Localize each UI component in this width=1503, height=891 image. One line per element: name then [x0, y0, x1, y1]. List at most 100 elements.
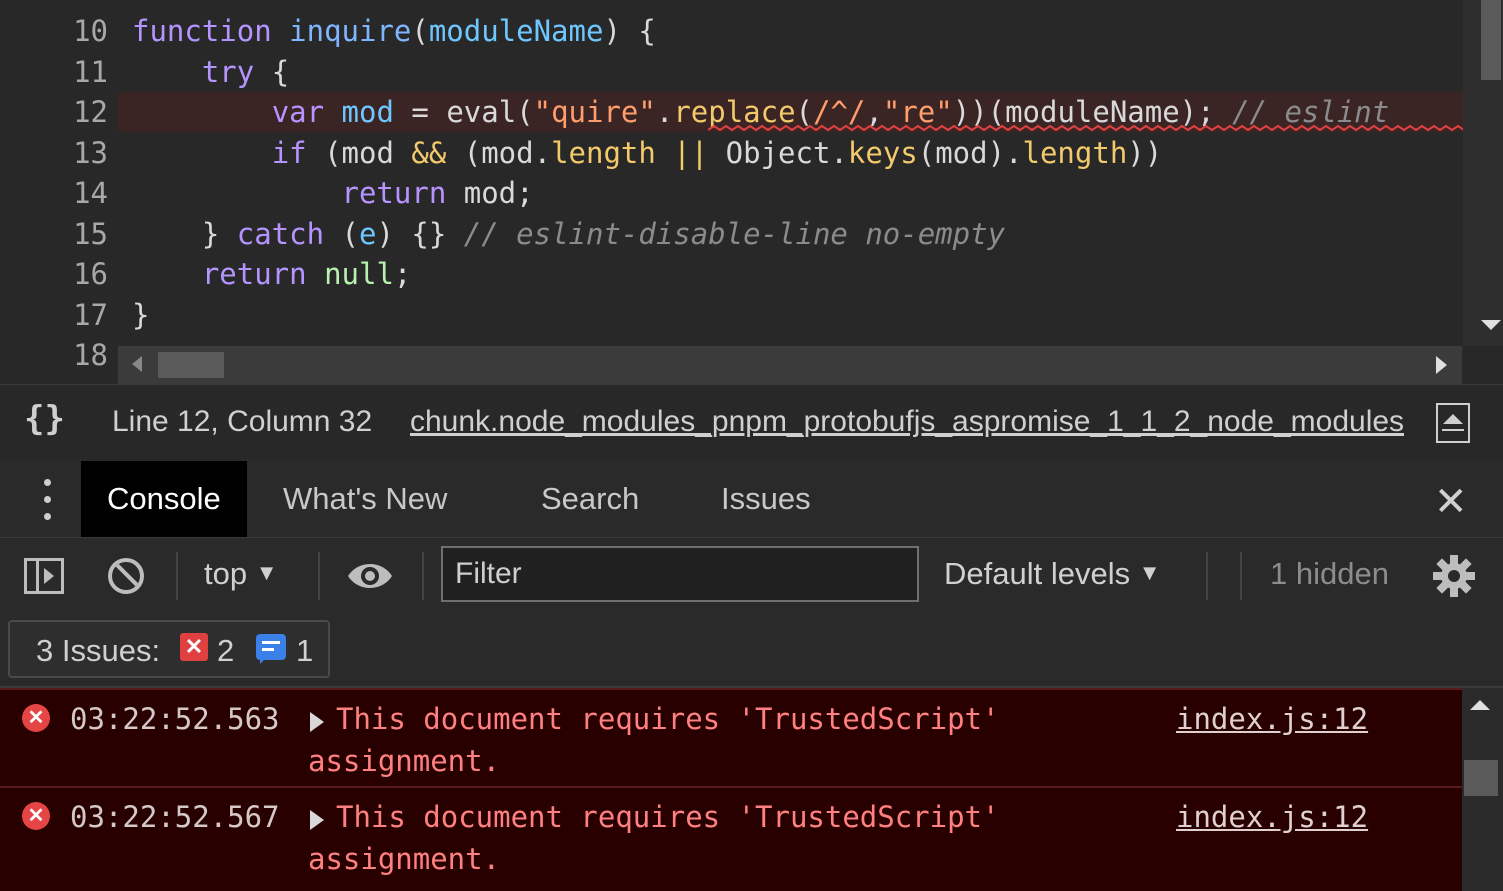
sidebar-toggle-icon[interactable] — [24, 558, 64, 594]
tab-issues[interactable]: Issues — [695, 461, 837, 537]
code-token: if — [271, 136, 307, 170]
separator — [1206, 552, 1208, 600]
console-scrollbar[interactable] — [1462, 688, 1503, 891]
hidden-count: 1 hidden — [1270, 556, 1389, 591]
code-token: return — [341, 176, 447, 210]
gear-icon[interactable] — [1432, 554, 1476, 598]
code-token: (mod. — [446, 136, 552, 170]
code-token: { — [254, 55, 290, 89]
source-file-link[interactable]: chunk.node_modules_pnpm_protobufjs_aspro… — [410, 405, 1404, 439]
line-number: 14 — [73, 176, 108, 210]
code-token: (mod). — [917, 136, 1023, 170]
code-token: } — [132, 217, 237, 251]
expand-triangle-icon[interactable] — [310, 810, 324, 830]
filter-input[interactable] — [441, 546, 919, 602]
scroll-thumb[interactable] — [158, 352, 224, 378]
error-issue-icon: ✕ — [180, 633, 208, 661]
code-token: "quire" — [533, 95, 656, 129]
tab-console[interactable]: Console — [81, 461, 247, 537]
code-token: e — [359, 217, 377, 251]
message-source-link[interactable]: index.js:12 — [1176, 800, 1368, 834]
console-error-message[interactable]: ✕ 03:22:52.567 This document requires 'T… — [0, 786, 1462, 884]
line-number: 11 — [73, 55, 108, 89]
context-label: top — [204, 556, 248, 591]
eye-icon[interactable] — [346, 558, 394, 594]
scroll-right-icon[interactable] — [1436, 356, 1447, 374]
scroll-up-icon[interactable] — [1470, 700, 1490, 710]
code-token: mod; — [446, 176, 534, 210]
code-line[interactable]: return null; — [132, 254, 412, 294]
code-line[interactable]: if (mod && (mod.length || Object.keys(mo… — [132, 133, 1163, 173]
code-token: ( — [324, 217, 359, 251]
code-token: keys — [847, 136, 918, 170]
code-line[interactable]: function inquire(moduleName) { — [132, 11, 656, 51]
separator — [422, 552, 424, 600]
scroll-down-icon[interactable] — [1481, 320, 1501, 330]
context-selector[interactable]: top ▼ — [204, 556, 278, 592]
issues-label: 3 Issues: — [36, 633, 161, 668]
clear-console-icon[interactable] — [108, 558, 144, 594]
message-timestamp: 03:22:52.563 — [70, 702, 280, 736]
scroll-thumb[interactable] — [1464, 760, 1498, 796]
close-drawer-icon[interactable]: ✕ — [1434, 479, 1468, 525]
cursor-position: Line 12, Column 32 — [112, 405, 373, 438]
issues-counter-button[interactable]: 3 Issues: ✕ 2 1 — [8, 620, 330, 678]
levels-label: Default levels — [944, 556, 1131, 591]
line-number: 18 — [73, 338, 108, 372]
code-token: moduleName — [428, 14, 604, 48]
horizontal-scrollbar[interactable] — [118, 346, 1462, 384]
code-token: && — [411, 136, 447, 170]
tab-whats-new[interactable]: What's New — [257, 461, 473, 537]
code-token: ; — [393, 257, 412, 291]
code-token: try — [201, 55, 255, 89]
code-line[interactable]: } catch (e) {} // eslint-disable-line no… — [132, 214, 1005, 254]
message-source-link[interactable]: index.js:12 — [1176, 702, 1368, 736]
line-number: 12 — [73, 95, 108, 129]
message-text: This document requires 'TrustedScript' — [336, 702, 1000, 736]
line-number: 16 — [73, 257, 108, 291]
code-line[interactable]: return mod; — [132, 173, 534, 213]
code-token: // eslint-disable-line no-empty — [463, 217, 1006, 251]
code-token: (mod — [306, 136, 412, 170]
info-issue-count: 1 — [296, 633, 314, 668]
tab-search[interactable]: Search — [515, 461, 665, 537]
line-number: 15 — [73, 217, 108, 251]
drawer-tab-bar: Console What's New Search Issues ✕ — [0, 461, 1503, 538]
code-token: || — [673, 136, 709, 170]
code-line[interactable]: } — [132, 295, 149, 335]
code-editor[interactable]: 10 11 12 13 14 15 16 17 18 function inqu… — [0, 0, 1503, 384]
code-token: null — [324, 257, 394, 291]
code-token: inquire — [289, 14, 412, 48]
code-token: var — [271, 95, 325, 129]
dropdown-arrow-icon: ▼ — [255, 560, 278, 585]
console-error-message[interactable]: ✕ 03:22:52.563 This document requires 'T… — [0, 688, 1462, 786]
error-issue-count: 2 — [217, 633, 235, 668]
pretty-print-icon[interactable]: {} — [24, 399, 65, 439]
toggle-panel-icon[interactable] — [1436, 403, 1470, 443]
expand-triangle-icon[interactable] — [310, 712, 324, 732]
dropdown-arrow-icon: ▼ — [1138, 560, 1161, 585]
log-levels-dropdown[interactable]: Default levels ▼ — [944, 556, 1161, 592]
more-tabs-icon[interactable] — [38, 479, 58, 523]
error-icon: ✕ — [22, 802, 50, 830]
code-token: = eval( — [393, 95, 534, 129]
separator — [176, 552, 178, 600]
code-line[interactable]: try { — [132, 52, 289, 92]
code-token: return — [201, 257, 307, 291]
scroll-left-icon[interactable] — [132, 356, 142, 372]
separator — [1240, 552, 1242, 600]
line-number: 13 — [73, 136, 108, 170]
code-token: catch — [236, 217, 325, 251]
message-text-continued: assignment. — [308, 842, 501, 876]
line-number: 10 — [73, 14, 108, 48]
scroll-thumb[interactable] — [1481, 0, 1501, 80]
vertical-scrollbar[interactable] — [1463, 0, 1503, 346]
code-token: length — [551, 136, 656, 170]
info-issue-icon — [256, 634, 286, 664]
